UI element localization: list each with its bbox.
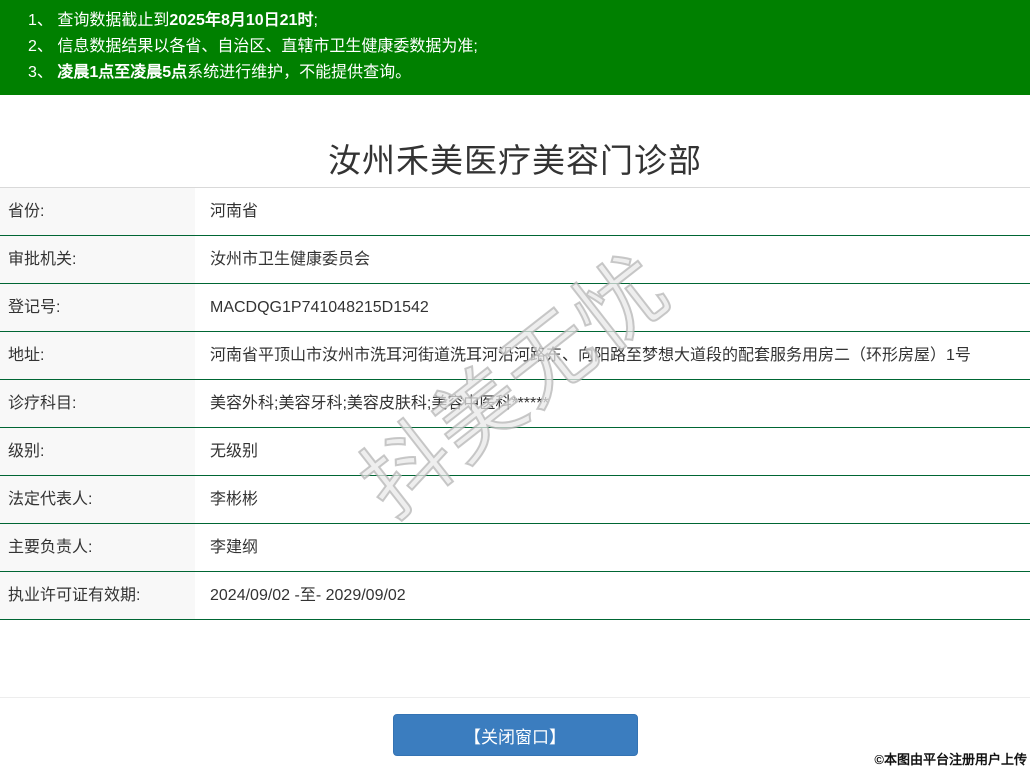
table-row: 法定代表人:李彬彬	[0, 476, 1030, 524]
field-label: 级别:	[0, 428, 195, 476]
field-label: 执业许可证有效期:	[0, 572, 195, 620]
field-value: 李彬彬	[195, 476, 1030, 524]
notice-3-text: 3、	[28, 64, 57, 81]
field-value: 河南省平顶山市汝州市洗耳河街道洗耳河沿河路东、向阳路至梦想大道段的配套服务用房二…	[195, 332, 1030, 380]
table-row: 级别:无级别	[0, 428, 1030, 476]
field-label: 诊疗科目:	[0, 380, 195, 428]
table-row: 主要负责人:李建纲	[0, 524, 1030, 572]
notice-item-3: 3、 凌晨1点至凌晨5点系统进行维护，不能提供查询。	[28, 60, 1020, 86]
table-row: 省份:河南省	[0, 188, 1030, 236]
field-label: 法定代表人:	[0, 476, 195, 524]
footer-divider	[0, 697, 1030, 698]
notice-item-2: 2、 信息数据结果以各省、自治区、直辖市卫生健康委数据为准;	[28, 34, 1020, 60]
upload-credit-text: ©本图由平台注册用户上传	[874, 749, 1027, 768]
table-row: 地址:河南省平顶山市汝州市洗耳河街道洗耳河沿河路东、向阳路至梦想大道段的配套服务…	[0, 332, 1030, 380]
field-label: 地址:	[0, 332, 195, 380]
field-value: 无级别	[195, 428, 1030, 476]
notice-2-text: 2、 信息数据结果以各省、自治区、直辖市卫生健康委数据为准;	[28, 38, 478, 55]
field-value: 2024/09/02 -至- 2029/09/02	[195, 572, 1030, 620]
notice-3-suffix: 系统进行维护，不能提供查询。	[187, 64, 411, 81]
field-value: 美容外科;美容牙科;美容皮肤科;美容中医科******	[195, 380, 1030, 428]
table-row: 诊疗科目:美容外科;美容牙科;美容皮肤科;美容中医科******	[0, 380, 1030, 428]
close-window-button[interactable]: 【关闭窗口】	[393, 714, 638, 756]
table-row: 审批机关:汝州市卫生健康委员会	[0, 236, 1030, 284]
field-label: 登记号:	[0, 284, 195, 332]
notice-3-bold: 凌晨1点至凌晨5点	[57, 64, 187, 81]
table-row: 登记号:MACDQG1P741048215D1542	[0, 284, 1030, 332]
field-label: 主要负责人:	[0, 524, 195, 572]
field-label: 省份:	[0, 188, 195, 236]
notice-bar: 1、 查询数据截止到2025年8月10日21时; 2、 信息数据结果以各省、自治…	[0, 0, 1030, 95]
notice-1-bold: 2025年8月10日21时	[169, 12, 313, 29]
page-title: 汝州禾美医疗美容门诊部	[0, 134, 1030, 168]
field-value: 河南省	[195, 188, 1030, 236]
field-label: 审批机关:	[0, 236, 195, 284]
field-value: 汝州市卫生健康委员会	[195, 236, 1030, 284]
notice-1-text: 1、 查询数据截止到	[28, 12, 169, 29]
field-value: 李建纲	[195, 524, 1030, 572]
field-value: MACDQG1P741048215D1542	[195, 284, 1030, 332]
notice-list: 1、 查询数据截止到2025年8月10日21时; 2、 信息数据结果以各省、自治…	[28, 8, 1020, 86]
institution-record-table: 省份:河南省审批机关:汝州市卫生健康委员会登记号:MACDQG1P7410482…	[0, 187, 1030, 620]
notice-item-1: 1、 查询数据截止到2025年8月10日21时;	[28, 8, 1020, 34]
notice-1-suffix: ;	[313, 12, 317, 29]
table-row: 执业许可证有效期:2024/09/02 -至- 2029/09/02	[0, 572, 1030, 620]
